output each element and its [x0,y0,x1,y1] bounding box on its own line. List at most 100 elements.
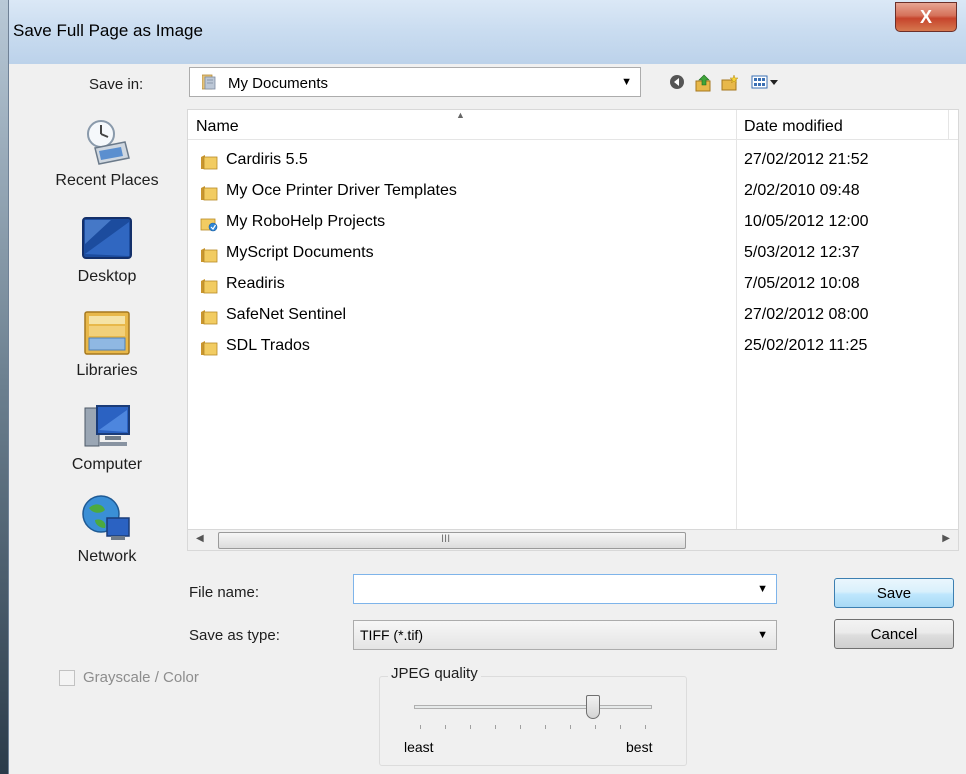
slider-tick [495,725,496,729]
cancel-button[interactable]: Cancel [834,619,954,649]
sort-ascending-icon: ▲ [456,110,465,120]
folder-icon [201,248,218,263]
save-as-type-label: Save as type: [189,627,280,644]
place-label: Recent Places [55,172,159,189]
list-item[interactable]: My Oce Printer Driver Templates 2/02/201… [188,176,958,207]
chevron-down-icon: ▼ [621,76,632,88]
list-item[interactable]: MyScript Documents 5/03/2012 12:37 [188,238,958,269]
file-date: 27/02/2012 21:52 [744,151,869,168]
file-date: 27/02/2012 08:00 [744,306,869,323]
save-as-type-dropdown[interactable]: TIFF (*.tif) ▼ [353,620,777,650]
libraries-icon [81,308,133,358]
folder-icon [201,186,218,201]
slider-tick [570,725,571,729]
desktop-background-edge [0,0,8,774]
close-button[interactable]: X [895,2,957,32]
slider-tick [520,725,521,729]
file-name-field[interactable]: ▼ [353,574,777,604]
file-name: SafeNet Sentinel [226,306,347,323]
documents-folder-icon [202,74,216,90]
scrollbar-grip: III [441,533,451,545]
save-in-dropdown[interactable]: My Documents ▼ [189,67,641,97]
desktop-icon [81,214,133,264]
computer-icon [81,402,133,452]
place-label: Computer [71,456,143,473]
list-item[interactable]: Readiris 7/05/2012 10:08 [188,269,958,300]
folder-icon [201,155,218,170]
save-in-label: Save in: [89,76,144,93]
recent-places-icon [81,118,133,168]
file-name: SDL Trados [226,337,310,354]
file-name: My RoboHelp Projects [226,213,386,230]
place-libraries[interactable]: Libraries [27,308,187,380]
back-icon[interactable] [669,74,685,93]
slider-max-label: best [626,739,653,755]
file-date: 2/02/2010 09:48 [744,182,860,199]
grayscale-label: Grayscale / Color [83,669,199,686]
file-name: My Oce Printer Driver Templates [226,182,457,199]
window-title: Save Full Page as Image [13,21,203,40]
file-name-label: File name: [189,584,260,601]
save-as-type-value: TIFF (*.tif) [360,627,423,643]
close-icon: X [919,7,932,27]
folder-icon [201,341,218,356]
chevron-down-icon[interactable]: ▼ [757,583,768,595]
jpeg-quality-slider-track[interactable] [414,705,652,709]
place-label: Network [77,548,137,565]
column-header-name[interactable]: Name [196,118,239,136]
navigation-toolbar [669,74,799,94]
scroll-left-icon[interactable]: ◀ [196,533,204,544]
list-item[interactable]: My RoboHelp Projects 10/05/2012 12:00 [188,207,958,238]
list-item[interactable]: SafeNet Sentinel 27/02/2012 08:00 [188,300,958,331]
place-desktop[interactable]: Desktop [27,214,187,286]
file-date: 5/03/2012 12:37 [744,244,860,261]
grayscale-checkbox[interactable] [59,670,75,686]
file-name: Readiris [226,275,285,292]
jpeg-quality-label: JPEG quality [388,665,481,682]
title-bar[interactable]: Save Full Page as Image X [9,0,966,64]
column-divider [948,110,949,140]
file-date: 25/02/2012 11:25 [744,337,868,354]
places-bar: Recent Places Desktop Libraries Computer… [27,110,187,574]
slider-tick [595,725,596,729]
list-item[interactable]: SDL Trados 25/02/2012 11:25 [188,331,958,362]
jpeg-quality-slider-thumb[interactable] [585,695,600,719]
slider-min-label: least [404,739,434,755]
slider-tick [645,725,646,729]
chevron-down-icon: ▼ [757,629,768,641]
view-menu-icon[interactable] [751,74,779,93]
place-computer[interactable]: Computer [27,402,187,474]
slider-tick [445,725,446,729]
folder-icon [201,310,218,325]
save-in-value: My Documents [228,75,329,92]
place-label: Desktop [77,268,137,285]
file-date: 7/05/2012 10:08 [744,275,860,292]
save-dialog: Save Full Page as Image X Save in: My Do… [8,0,966,774]
slider-tick [420,725,421,729]
file-name-input[interactable] [358,579,738,599]
jpeg-quality-group: JPEG quality least best [379,665,687,766]
slider-tick [620,725,621,729]
list-item[interactable]: Cardiris 5.5 27/02/2012 21:52 [188,145,958,176]
dialog-content: Save in: My Documents ▼ Recent Places De… [9,64,966,774]
column-header-row: ▲ Name Date modified [188,110,958,140]
special-folder-icon [200,218,218,232]
new-folder-icon[interactable] [721,74,739,95]
horizontal-scrollbar[interactable]: ◀ III ▶ [187,529,959,551]
place-network[interactable]: Network [27,494,187,566]
save-button[interactable]: Save [834,578,954,608]
file-list[interactable]: ▲ Name Date modified Cardiris 5.5 27/02/… [187,109,959,549]
slider-tick [470,725,471,729]
slider-tick [545,725,546,729]
column-header-date[interactable]: Date modified [744,118,843,136]
scroll-right-icon[interactable]: ▶ [942,533,950,544]
file-name: MyScript Documents [226,244,374,261]
place-recent-places[interactable]: Recent Places [27,118,187,190]
file-name: Cardiris 5.5 [226,151,308,168]
file-date: 10/05/2012 12:00 [744,213,869,230]
network-icon [81,494,133,544]
scrollbar-thumb[interactable]: III [218,532,686,549]
up-folder-icon[interactable] [695,74,713,95]
place-label: Libraries [76,362,138,379]
folder-icon [201,279,218,294]
